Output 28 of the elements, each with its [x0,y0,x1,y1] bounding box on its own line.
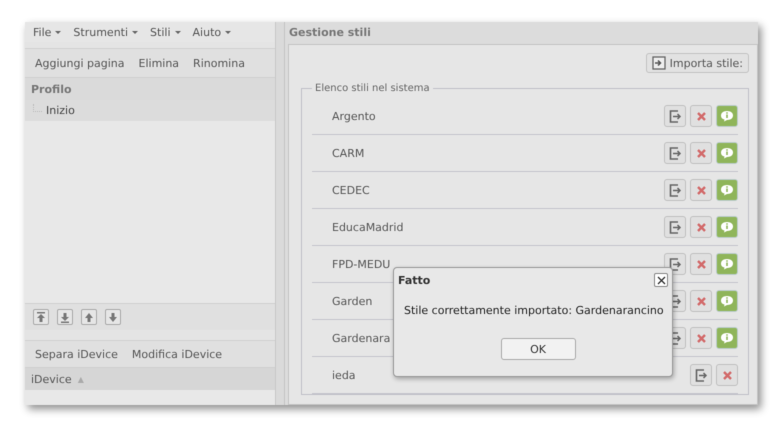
toolbar-button[interactable]: Elimina [132,54,186,72]
toolbar-button[interactable]: Separa iDevice [29,346,124,362]
menu-item[interactable]: Aiuto [192,26,232,38]
tree-item[interactable]: Inizio [25,100,275,121]
toolbar-button[interactable]: Modifica iDevice [126,346,228,362]
import-button[interactable]: Importa stile: [646,53,749,73]
panel-title: Gestione stili [285,22,758,42]
dialog-title: Fatto [398,274,430,286]
style-name: EducaMadrid [332,220,404,234]
style-name: Garden [332,294,372,308]
sort-indicator: ▲ [78,374,84,384]
style-name: Argento [332,110,376,122]
toolbar-button[interactable]: Aggiungi pagina [29,54,130,72]
group-legend: Elenco stili nel sistema [312,83,433,94]
outline-title: Profilo [31,82,72,96]
ok-button[interactable]: OK [500,338,576,360]
column-title: iDevice [31,372,72,386]
menu-item[interactable]: Stili [150,26,181,38]
style-name: Gardenara [332,332,390,344]
menu-item[interactable]: File [33,26,62,38]
style-name: CEDEC [332,184,370,196]
toolbar-button[interactable]: Rinomina [187,54,251,72]
style-name: CARM [332,146,364,160]
column-header[interactable]: iDevice ▲ [25,368,275,390]
dialog-message: Stile correttamente importato: Gardenarancino [404,304,664,317]
menu-item[interactable]: Strumenti [73,26,138,38]
style-name: ieda [332,368,356,382]
style-name: FPD-MEDU [332,258,390,270]
